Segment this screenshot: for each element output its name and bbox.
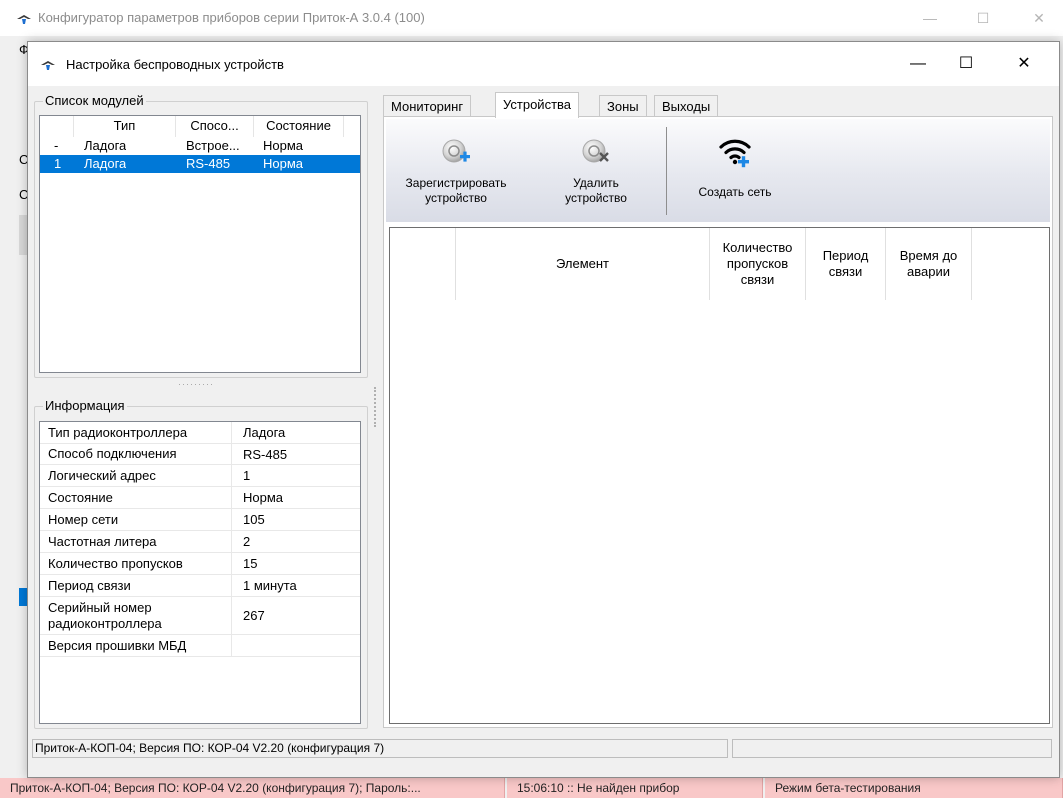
info-row-name: Способ подключения [40, 444, 232, 464]
info-row[interactable]: Номер сети 105 [40, 509, 360, 531]
main-status-bar: Приток-А-КОП-04; Версия ПО: КОР-04 V2.20… [0, 778, 1063, 798]
vertical-splitter-handle[interactable] [374, 387, 377, 427]
row-type: Ладога [84, 138, 127, 153]
info-row-name: Серийный номер радиоконтроллера [40, 597, 232, 634]
info-row-name: Версия прошивки МБД [40, 635, 232, 656]
tab-zones[interactable]: Зоны [599, 95, 647, 117]
info-row-name: Тип радиоконтроллера [40, 422, 232, 443]
column-header-period[interactable]: Период связи [806, 228, 886, 300]
minimize-icon: — [910, 55, 926, 72]
app-logo-icon [41, 61, 55, 70]
row-index: 1 [54, 156, 62, 171]
wifi-add-icon [719, 139, 751, 168]
info-row-name: Количество пропусков [40, 553, 232, 574]
info-row-name: Частотная литера [40, 531, 232, 552]
status-device-info: Приток-А-КОП-04; Версия ПО: КОР-04 V2.20… [0, 778, 505, 798]
info-row-name: Состояние [40, 487, 232, 508]
info-property-grid[interactable]: Тип радиоконтроллера Ладога Способ подкл… [39, 421, 361, 724]
modules-list-row-selected[interactable]: 1 Ладога RS-485 Норма [40, 155, 360, 173]
column-header-element[interactable]: Элемент [456, 228, 710, 300]
info-row-value: 267 [243, 608, 265, 623]
dialog-minimize-button[interactable]: — [898, 50, 938, 78]
devices-toolbar: Зарегистрировать устройство Удалить устр… [386, 119, 1050, 222]
info-group-label: Информация [43, 398, 127, 413]
row-connection: RS-485 [186, 156, 231, 171]
info-row-value: Ладога [243, 425, 286, 440]
column-header-missed-count[interactable]: Количество пропусков связи [710, 228, 806, 300]
info-row[interactable]: Способ подключения RS-485 [40, 444, 360, 465]
row-type: Ладога [84, 156, 127, 171]
column-header-index[interactable] [40, 116, 74, 137]
app-logo-icon [17, 15, 31, 24]
wireless-devices-dialog: Настройка беспроводных устройств — ☐ ✕ С… [27, 41, 1060, 778]
delete-device-label: Удалить устройство [565, 176, 627, 205]
row-state: Норма [263, 138, 304, 153]
info-row-name: Номер сети [40, 509, 232, 530]
close-icon: ✕ [1033, 10, 1045, 26]
info-row[interactable]: Период связи 1 минута [40, 575, 360, 597]
main-maximize-button[interactable]: ☐ [968, 4, 998, 32]
register-device-label: Зарегистрировать устройство [405, 176, 507, 205]
column-header-blank[interactable] [390, 228, 456, 300]
devices-tab-panel: Зарегистрировать устройство Удалить устр… [383, 116, 1053, 728]
info-row-value: 2 [243, 534, 251, 549]
column-header-type[interactable]: Тип [74, 116, 176, 137]
info-row[interactable]: Логический адрес 1 [40, 465, 360, 487]
dialog-status-text: Приток-А-КОП-04; Версия ПО: КОР-04 V2.20… [32, 739, 728, 758]
main-close-button[interactable]: ✕ [1024, 4, 1054, 32]
info-row-value: RS-485 [243, 446, 288, 462]
dialog-titlebar: Настройка беспроводных устройств — ☐ ✕ [28, 42, 1059, 86]
horizontal-splitter-handle[interactable]: ········· [178, 380, 218, 389]
info-row-value: 105 [243, 512, 265, 527]
delete-device-icon [582, 139, 609, 163]
tab-devices[interactable]: Устройства [495, 92, 580, 118]
toolbar-separator [666, 127, 667, 215]
info-row[interactable]: Серийный номер радиоконтроллера 267 [40, 597, 360, 635]
minimize-icon: — [923, 10, 937, 26]
info-row-value: 1 [243, 468, 251, 483]
info-row-name: Период связи [40, 575, 232, 596]
main-window-titlebar: Конфигуратор параметров приборов серии П… [0, 0, 1063, 36]
info-row-name: Логический адрес [40, 465, 232, 486]
row-connection: Встрое... [186, 138, 240, 153]
modules-list-header: Тип Спосо... Состояние [40, 116, 360, 137]
maximize-icon: ☐ [958, 55, 974, 72]
register-device-icon [442, 139, 470, 163]
devices-table[interactable]: Элемент Количество пропусков связи Перио… [389, 227, 1050, 724]
dialog-title: Настройка беспроводных устройств [66, 57, 284, 72]
info-row[interactable]: Состояние Норма [40, 487, 360, 509]
info-row-value [233, 635, 360, 656]
info-row-value: Норма [243, 490, 284, 505]
info-row[interactable]: Количество пропусков 15 [40, 553, 360, 575]
info-row[interactable]: Частотная литера 2 [40, 531, 360, 553]
modules-list-row[interactable]: - Ладога Встрое... Норма [40, 137, 360, 155]
create-network-button[interactable]: Создать сеть [680, 129, 790, 219]
dialog-status-extra [732, 739, 1052, 758]
tab-outputs[interactable]: Выходы [654, 95, 719, 117]
info-row[interactable]: Версия прошивки МБД [40, 635, 360, 657]
status-mode: Режим бета-тестирования [765, 778, 1063, 798]
main-minimize-button[interactable]: — [915, 4, 945, 32]
maximize-icon: ☐ [976, 10, 990, 26]
row-index: - [54, 138, 59, 153]
close-icon: ✕ [1017, 55, 1031, 72]
info-row-value: 1 минута [243, 578, 297, 593]
main-window-title: Конфигуратор параметров приборов серии П… [38, 10, 425, 25]
status-last-event: 15:06:10 :: Не найден прибор [507, 778, 763, 798]
info-row[interactable]: Тип радиоконтроллера Ладога [40, 422, 360, 444]
row-state: Норма [263, 156, 304, 171]
modules-group-label: Список модулей [43, 93, 146, 108]
dialog-close-button[interactable]: ✕ [1004, 50, 1044, 78]
register-device-button[interactable]: Зарегистрировать устройство [390, 129, 522, 219]
tab-monitoring[interactable]: Мониторинг [383, 95, 472, 117]
info-row-value: 15 [243, 556, 258, 571]
create-network-label: Создать сеть [698, 185, 772, 199]
delete-device-button[interactable]: Удалить устройство [544, 129, 648, 219]
column-header-state[interactable]: Состояние [254, 116, 344, 137]
modules-list[interactable]: Тип Спосо... Состояние - Ладога Встрое..… [39, 115, 361, 373]
column-header-time-to-alarm[interactable]: Время до аварии [886, 228, 972, 300]
column-header-connection[interactable]: Спосо... [176, 116, 254, 137]
dialog-maximize-button[interactable]: ☐ [946, 50, 986, 78]
